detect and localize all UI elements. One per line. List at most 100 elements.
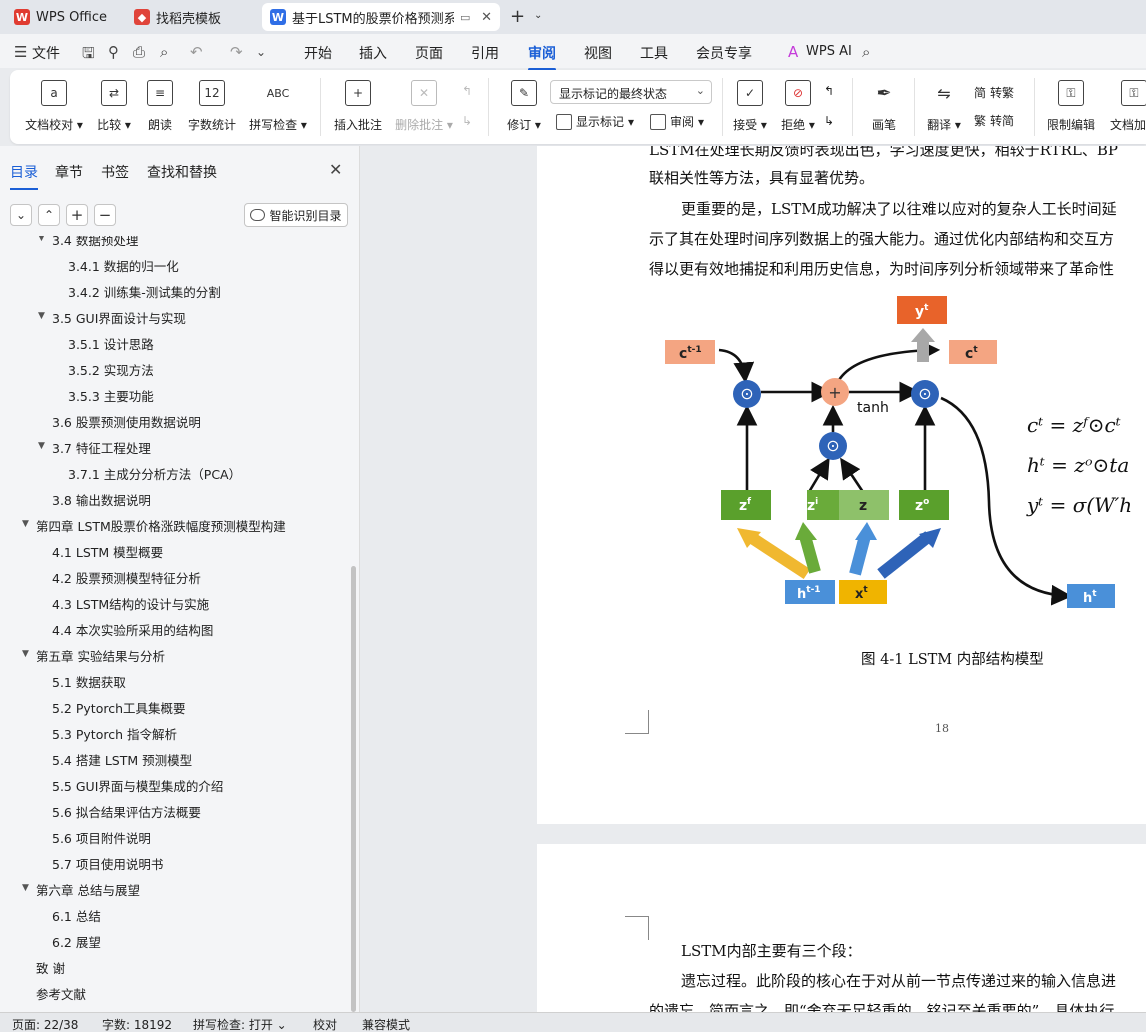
collapse-up-button[interactable]: ⌃ xyxy=(38,204,60,226)
menu-member[interactable]: 会员专享 xyxy=(696,43,752,63)
print-preview-icon[interactable]: ⌕ xyxy=(160,43,168,61)
toc-item[interactable]: 4.4 本次实验所采用的结构图 xyxy=(52,620,213,639)
toc-item[interactable]: 3.4.2 训练集-测试集的分割 xyxy=(68,282,221,301)
toc-item[interactable]: 第五章 实验结果与分析 xyxy=(36,646,165,665)
toc-item[interactable]: 6.2 展望 xyxy=(52,932,101,951)
toc-item[interactable]: 3.7 特征工程处理 xyxy=(52,438,151,457)
wps-ai-icon[interactable]: A xyxy=(788,43,798,61)
toc-item[interactable]: 4.3 LSTM结构的设计与实施 xyxy=(52,594,209,613)
add-heading-button[interactable]: + xyxy=(66,204,88,226)
chevron-down-icon[interactable]: ⌄ xyxy=(534,10,542,21)
toc-item[interactable]: 3.5.2 实现方法 xyxy=(68,360,154,379)
previous-comment-icon[interactable]: ↰ xyxy=(462,84,472,98)
toc-item[interactable]: 3.8 输出数据说明 xyxy=(52,490,151,509)
save-icon[interactable]: 🖫 xyxy=(82,43,95,68)
toc-item[interactable]: 3.5.1 设计思路 xyxy=(68,334,154,353)
menu-file[interactable]: 文件 xyxy=(32,43,60,63)
document-page[interactable]: LSTM在处理长期反馈时表现出色，学习速度更快，相较于RTRL、BP 联相关性等… xyxy=(537,146,1146,824)
new-tab-plus-icon[interactable]: + xyxy=(510,6,525,27)
monitor-icon[interactable]: ▭ xyxy=(460,11,470,24)
tab-wps-office[interactable]: W WPS Office xyxy=(6,3,118,31)
tab-chapters[interactable]: 章节 xyxy=(55,162,83,182)
next-comment-icon[interactable]: ↳ xyxy=(462,114,472,128)
toc-item[interactable]: 5.1 数据获取 xyxy=(52,672,126,691)
toc-item[interactable]: 3.4.1 数据的归一化 xyxy=(68,256,179,275)
toc-item[interactable]: 第四章 LSTM股票价格涨跌幅度预测模型构建 xyxy=(36,516,286,535)
spell-check-button[interactable]: ABC 拼写检查 ▾ xyxy=(246,76,310,133)
proofread-status[interactable]: 校对 xyxy=(313,1016,337,1032)
delete-comment-button[interactable]: ✕ 删除批注 ▾ xyxy=(392,76,456,133)
undo-icon[interactable]: ↶ xyxy=(190,43,203,61)
expand-arrow-icon[interactable]: ▼ xyxy=(38,441,45,451)
remove-heading-button[interactable]: − xyxy=(94,204,116,226)
proofread-button[interactable]: a 文档校对 ▾ xyxy=(22,76,86,133)
tab-document[interactable]: W 基于LSTM的股票价格预测系统 ▭ ✕ xyxy=(262,3,500,31)
show-markup-button[interactable]: 显示标记 ▾ xyxy=(556,113,634,130)
menu-insert[interactable]: 插入 xyxy=(359,43,387,63)
insert-comment-button[interactable]: + 插入批注 xyxy=(326,76,390,133)
menu-wps-ai[interactable]: WPS AI xyxy=(806,44,852,59)
markup-state-select[interactable]: 显示标记的最终状态 ⌄ xyxy=(550,80,712,104)
toc-item[interactable]: 3.6 股票预测使用数据说明 xyxy=(52,412,201,431)
toc-item[interactable]: 致 谢 xyxy=(36,958,65,977)
tab-toc[interactable]: 目录 xyxy=(10,162,38,190)
smart-toc-button[interactable]: 智能识别目录 xyxy=(244,203,348,227)
expand-arrow-icon[interactable]: ▼ xyxy=(22,883,29,893)
menu-tools[interactable]: 工具 xyxy=(640,43,668,63)
toc-item[interactable]: 参考文献 xyxy=(36,984,86,1003)
review-pane-button[interactable]: 审阅 ▾ xyxy=(650,113,704,130)
toc-item[interactable]: 3.4 数据预处理 xyxy=(52,236,138,249)
reject-button[interactable]: ⊘ 拒绝 ▾ xyxy=(766,76,830,133)
expand-arrow-icon[interactable]: ▼ xyxy=(38,236,45,243)
toc-item[interactable]: 5.7 项目使用说明书 xyxy=(52,854,163,873)
menu-page[interactable]: 页面 xyxy=(415,43,443,63)
collapse-down-button[interactable]: ⌄ xyxy=(10,204,32,226)
expand-arrow-icon[interactable]: ▼ xyxy=(22,519,29,529)
expand-arrow-icon[interactable]: ▼ xyxy=(22,649,29,659)
search-icon[interactable]: ⌕ xyxy=(862,43,870,61)
menu-start[interactable]: 开始 xyxy=(304,43,332,63)
toc-item[interactable]: 5.4 搭建 LSTM 预测模型 xyxy=(52,750,192,769)
next-change-icon[interactable]: ↳ xyxy=(824,114,834,128)
document-page[interactable]: LSTM内部主要有三个段： 遗忘过程。此阶段的核心在于对从前一节点传递过来的输入… xyxy=(537,844,1146,1012)
toc-item[interactable]: 4.2 股票预测模型特征分析 xyxy=(52,568,201,587)
toc-item[interactable]: 5.5 GUI界面与模型集成的介绍 xyxy=(52,776,223,795)
toc-item[interactable]: 5.3 Pytorch 指令解析 xyxy=(52,724,177,743)
close-tab-icon[interactable]: ✕ xyxy=(481,10,492,25)
word-count-button[interactable]: 12 字数统计 xyxy=(180,76,244,133)
to-traditional-button[interactable]: 简 转繁 xyxy=(974,84,1014,101)
toc-item[interactable]: 6.1 总结 xyxy=(52,906,101,925)
share-icon[interactable]: ⚲ xyxy=(108,43,119,61)
toc-item[interactable]: 3.5 GUI界面设计与实现 xyxy=(52,308,186,327)
to-simplified-button[interactable]: 繁 转简 xyxy=(974,112,1014,129)
tab-find-replace[interactable]: 查找和替换 xyxy=(147,162,217,182)
menu-reference[interactable]: 引用 xyxy=(471,43,499,63)
track-changes-button[interactable]: ✎ 修订 ▾ xyxy=(492,76,556,133)
encrypt-document-button[interactable]: ⚿ 文档加密 xyxy=(1102,76,1146,133)
spell-check-status[interactable]: 拼写检查: 打开 ⌄ xyxy=(193,1016,287,1032)
close-pane-icon[interactable]: ✕ xyxy=(329,160,342,179)
redo-icon[interactable]: ↷ xyxy=(230,43,243,61)
toc-item[interactable]: 5.6 拟合结果评估方法概要 xyxy=(52,802,201,821)
toc-item[interactable]: 4.1 LSTM 模型概要 xyxy=(52,542,163,561)
translate-button[interactable]: ⇋ 翻译 ▾ xyxy=(912,76,976,133)
word-count[interactable]: 字数: 18192 xyxy=(102,1016,172,1032)
tab-docer[interactable]: ◆ 找稻壳模板 xyxy=(126,3,256,31)
toc-item[interactable]: 第六章 总结与展望 xyxy=(36,880,140,899)
print-icon[interactable]: ⎙ xyxy=(133,43,145,61)
toc-item[interactable]: 5.2 Pytorch工具集概要 xyxy=(52,698,186,717)
toc-scrollbar[interactable] xyxy=(351,566,356,1012)
pen-button[interactable]: ✒ 画笔 xyxy=(852,76,916,133)
menu-review[interactable]: 审阅 xyxy=(528,43,556,71)
hamburger-icon[interactable]: ☰ xyxy=(14,43,27,61)
menu-view[interactable]: 视图 xyxy=(584,43,612,63)
expand-arrow-icon[interactable]: ▼ xyxy=(38,311,45,321)
toc-item[interactable]: 3.5.3 主要功能 xyxy=(68,386,154,405)
restrict-editing-button[interactable]: ⚿ 限制编辑 xyxy=(1039,76,1103,133)
page-indicator[interactable]: 页面: 22/38 xyxy=(12,1016,78,1032)
toc-item[interactable]: 3.7.1 主成分分析方法（PCA） xyxy=(68,464,241,483)
tab-bookmarks[interactable]: 书签 xyxy=(101,162,129,182)
quick-access-dropdown-icon[interactable]: ⌄ xyxy=(256,45,266,59)
previous-change-icon[interactable]: ↰ xyxy=(824,84,834,98)
toc-item[interactable]: 5.6 项目附件说明 xyxy=(52,828,151,847)
